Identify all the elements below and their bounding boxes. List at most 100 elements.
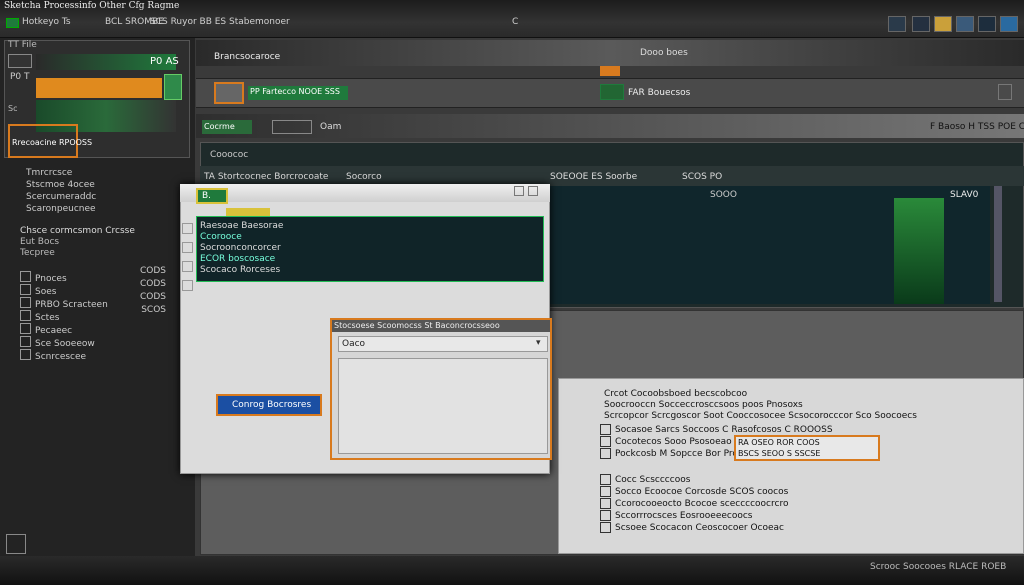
left-rows: Pnoces CODS Soes CODS PRBO Scracteen CODS S… <box>20 266 170 362</box>
group-subtitle-1: Eut Bocs <box>20 237 60 247</box>
list-item[interactable]: Cocc Scsccccoos <box>600 474 900 486</box>
row-label: Scnrcescee <box>35 352 87 362</box>
chevron-down-icon[interactable]: ▾ <box>536 338 541 348</box>
list-item[interactable]: Soes CODS <box>20 279 170 297</box>
minimize-icon[interactable] <box>514 186 524 196</box>
title-bar: Sketcha Processinfo Other Cfg Ragme Hotk… <box>0 0 1024 38</box>
row-value: CODS <box>139 279 166 289</box>
toolbar-orange-button[interactable] <box>214 82 244 104</box>
bottom-heading-3: Scrcopcor Scrcgoscor Soot Cooccosocee Sc… <box>604 411 917 421</box>
left-badge: P0 AS <box>150 56 179 67</box>
row-text: Pockcosb M Sopcce Bor Proces <box>615 449 754 459</box>
left-header: TT File <box>8 40 37 50</box>
highlight-value-1: RA OSEO ROR COOS <box>738 438 820 447</box>
globe-icon[interactable] <box>1000 16 1018 32</box>
dialog-side-icons <box>182 218 194 291</box>
table-scrollbar[interactable] <box>994 186 1002 302</box>
status-text: Scrooc Soocooes RLACE ROEB <box>870 562 1007 572</box>
side-icon[interactable] <box>182 280 193 291</box>
dialog-list-item[interactable]: Scocaco Rorceses <box>200 265 280 275</box>
tree-item[interactable]: Scercumeraddc <box>26 192 176 204</box>
dialog-list-item[interactable]: Ccorooce <box>200 232 242 242</box>
green-indicator <box>164 74 182 100</box>
item-icon <box>600 522 611 533</box>
toolbar-green-icon[interactable] <box>600 84 624 100</box>
bottom-heading-1: Crcot Cocoobsboed becscobcoo <box>604 389 748 399</box>
app-icon <box>6 18 19 28</box>
sub-select[interactable] <box>338 336 548 352</box>
green-column-bar <box>894 198 944 304</box>
row-text: Ccorocooeocto Bcocoe sceccccoocrcro <box>615 499 789 509</box>
row-text: Cocotecos Sooo Psosoeao <box>615 437 732 447</box>
list-item[interactable]: Scsoee Scocacon Ceoscocoer Ocoeac <box>600 522 900 534</box>
dialog-list-item[interactable]: Raesoae Baesorae <box>200 221 283 231</box>
monitor-icon[interactable] <box>888 16 906 32</box>
main-title: Brancsocaroce <box>214 52 281 62</box>
dialog-titlebar <box>180 184 550 202</box>
sub-text-area[interactable] <box>338 358 548 454</box>
tree-item[interactable]: Tmrcrcsce <box>26 168 176 180</box>
list-item[interactable]: Sce Sooeeow <box>20 331 170 349</box>
toolbar-row1-right: FAR Bouecsos <box>628 88 691 98</box>
dialog-list-item[interactable]: ECOR boscosace <box>200 254 275 264</box>
tab-1[interactable]: Hotkeyo Ts <box>22 17 71 27</box>
list-item[interactable]: Socco Ecoocoe Corcosde SCOS coocos <box>600 486 900 498</box>
side-icon[interactable] <box>182 223 193 234</box>
confirm-button-label: Conrog Bocrosres <box>232 400 312 410</box>
table-header-cell[interactable]: TA Stortcocnec Borcrocoate <box>204 172 328 182</box>
toolbar-menu-icon[interactable] <box>998 84 1012 100</box>
toolbar-row2-mid: Oam <box>320 122 342 132</box>
table-header-cell[interactable]: SOEOOE ES Soorbe <box>550 172 637 182</box>
toolbar-row1-label: PP Fartecco NOOE SSS <box>250 87 340 96</box>
orange-progress-bar <box>36 78 162 98</box>
group-subtitle-2: Tecpree <box>20 248 55 258</box>
row-text: Sccorrrocsces Eosrooeeecoocs <box>615 511 753 521</box>
row-text: Socco Ecoocoe Corcosde SCOS coocos <box>615 487 789 497</box>
table-header-cell[interactable]: SCOS PO <box>682 172 722 182</box>
toolbar-row2-right: F Baoso H TSS POE COS <box>930 122 1024 132</box>
tab-4[interactable]: C <box>512 17 518 27</box>
bottom-heading-2: Soocrooccn Socceccrosccsoos poos Pnosoxs <box>604 400 803 410</box>
dialog-list-item[interactable]: Socroonconcorcer <box>200 243 281 253</box>
main-header <box>196 40 1024 66</box>
item-icon <box>600 474 611 485</box>
chart-icon[interactable] <box>912 16 930 32</box>
item-icon <box>600 436 611 447</box>
row-text: Scsoee Scocacon Ceoscocoer Ocoeac <box>615 523 785 533</box>
side-icon[interactable] <box>182 261 193 272</box>
user-icon[interactable] <box>956 16 974 32</box>
list-item[interactable]: Sctes SCOS <box>20 305 170 323</box>
list-item[interactable]: PRBO Scracteen CODS <box>20 292 170 310</box>
left-toggle[interactable] <box>8 54 32 68</box>
tree-item[interactable]: Scaronpeucnee <box>26 204 176 216</box>
row-value: CODS <box>139 266 166 276</box>
display-icon[interactable] <box>978 16 996 32</box>
tree-item[interactable]: Stscmoe 4ocee <box>26 180 176 192</box>
table-col-label: SOOO <box>710 190 737 200</box>
list-item[interactable]: Scnrcescee <box>20 344 170 362</box>
toolbar-row2-buttons[interactable] <box>272 120 312 134</box>
dialog-tab[interactable] <box>196 188 228 204</box>
yellow-tab-indicator <box>226 208 270 216</box>
tab-3[interactable]: SCS Ruyor BB ES Stabemonoer <box>150 17 290 27</box>
dialog-title: B. <box>202 191 212 201</box>
data-panel-tab[interactable]: Cooococ <box>210 150 248 160</box>
side-icon[interactable] <box>182 242 193 253</box>
table-right-value: SLAV0 <box>950 190 979 200</box>
folder-icon[interactable] <box>934 16 952 32</box>
group-title: Chsce cormcsmon Crcsse <box>20 226 135 236</box>
orange-marker-icon <box>600 66 620 76</box>
item-icon <box>20 349 31 360</box>
bottom-left-button[interactable] <box>6 534 26 554</box>
list-item[interactable]: Pecaeec <box>20 318 170 336</box>
list-item[interactable]: Ccorocooeocto Bcocoe sceccccoocrcro <box>600 498 900 510</box>
list-item[interactable]: Pnoces CODS <box>20 266 170 284</box>
toolbar-row2-label: Cocrme <box>204 122 235 131</box>
table-header-cell[interactable]: Socorco <box>346 172 382 182</box>
close-icon[interactable] <box>528 186 538 196</box>
item-icon <box>600 424 611 435</box>
highlight-value-2: BSCS SEOO S SSCSE <box>738 449 821 458</box>
list-item[interactable]: Sccorrrocsces Eosrooeeecoocs <box>600 510 900 522</box>
item-icon <box>600 486 611 497</box>
left-section: P0 T <box>10 72 30 82</box>
